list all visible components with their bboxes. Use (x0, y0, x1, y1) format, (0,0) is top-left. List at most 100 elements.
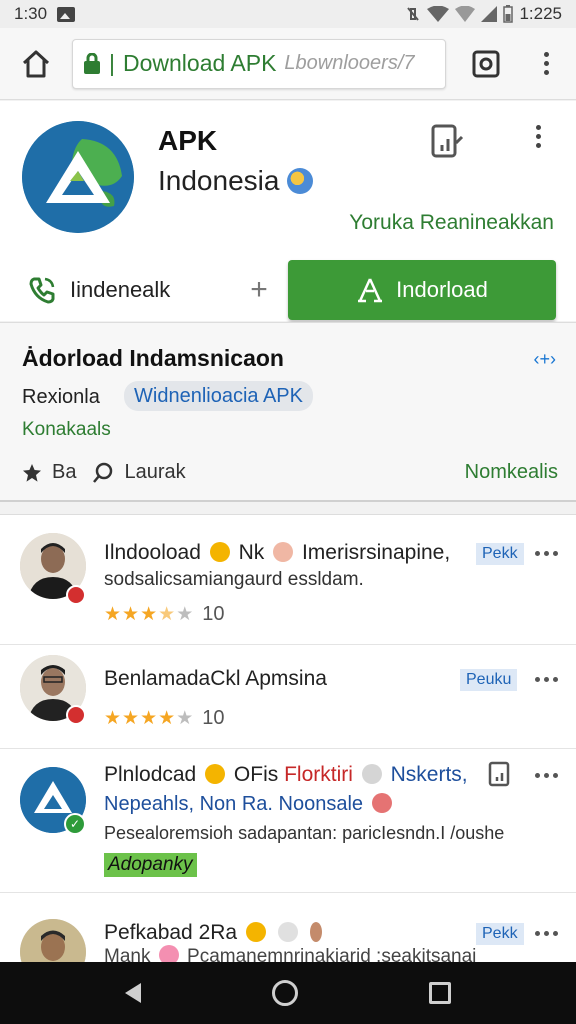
rating-value: 10 (202, 707, 225, 729)
install-label: Indorload (396, 277, 488, 302)
star-icon: ★ (140, 604, 158, 625)
status-clock: 1:225 (519, 4, 562, 23)
item-title-part: Ilndooload (104, 541, 201, 564)
list-item[interactable]: Ilndooload Nk Imerisrsinapine, Pekk sods… (0, 515, 576, 645)
category-chip[interactable]: Widnenlioacia APK (124, 381, 313, 411)
emoji-icon (309, 922, 322, 942)
app-logo (22, 121, 134, 233)
globe-icon (287, 168, 314, 194)
item-more-icon[interactable] (535, 773, 558, 778)
item-more-icon[interactable] (535, 931, 558, 936)
star-icon: ★ (122, 604, 140, 625)
star-icon: ★ (176, 604, 194, 625)
url-path: Lbownlooers/7 (284, 52, 415, 74)
meta-star-label: Ba (52, 461, 77, 483)
url-bar[interactable]: | Download APK Lbownlooers/7 (72, 38, 446, 89)
meta-search-label[interactable]: Laurak (124, 461, 185, 484)
tabs-icon (472, 50, 500, 77)
more-vert-icon (535, 125, 541, 165)
phone-icon (29, 277, 55, 304)
action-row: Iindenealk + Indorload (0, 259, 576, 321)
item-title-part: Nk (238, 541, 265, 564)
status-badge (66, 585, 86, 605)
emoji-icon (371, 793, 392, 813)
emoji-icon (361, 764, 382, 784)
star-icon: ★ (122, 708, 140, 729)
app-more-button[interactable] (526, 125, 550, 165)
wifi-outline-icon (455, 6, 476, 22)
item-more-icon[interactable] (535, 677, 558, 682)
more-vert-icon (543, 52, 549, 75)
info-meta: Ba Laurak (22, 461, 186, 484)
back-icon[interactable] (125, 983, 142, 1003)
item-title: Plnlodcad OFis Florktiri Nskerts, (104, 763, 468, 787)
emoji-icon (245, 922, 266, 942)
item-green-tag: Adopanky (104, 853, 197, 877)
rating-value: 10 (202, 603, 225, 625)
item-line2: Nepeahls, Non Ra. Noonsale (104, 793, 395, 816)
item-title-part: Florktiri (284, 763, 353, 786)
expand-arrow-icon[interactable]: ‹+› (534, 349, 557, 370)
call-label: Iindenealk (70, 277, 171, 302)
signal-icon (481, 6, 498, 22)
star-icon: ★ (158, 604, 176, 625)
add-button[interactable]: + (230, 259, 288, 321)
item-title: Pefkabad 2Ra (104, 921, 325, 945)
list-item[interactable]: BenlamadaCkl Apmsina Peuku ★ ★ ★ ★ ★ 10 (0, 645, 576, 749)
item-line3: Pesealoremsioh sadapantan: paricIesndn.I… (104, 823, 505, 843)
list-item[interactable]: ✓ Plnlodcad OFis Florktiri Nskerts, Nepe… (0, 749, 576, 893)
system-nav-bar (0, 962, 576, 1024)
wifi-icon (427, 6, 450, 22)
url-host: Download APK (122, 50, 277, 76)
star-icon (23, 463, 41, 482)
info-right-link[interactable]: Nomkealis (465, 461, 558, 484)
status-badge (66, 705, 86, 725)
star-icon: ★ (158, 708, 176, 729)
review-list: Ilndooload Nk Imerisrsinapine, Pekk sods… (0, 514, 576, 964)
device-share-icon (488, 761, 510, 787)
item-title: BenlamadaCkl Apmsina (104, 667, 327, 690)
item-title-part: Imerisrsinapine, (301, 541, 451, 564)
tab-switcher-button[interactable] (446, 28, 526, 100)
item-title-part: Plnlodcad (104, 763, 197, 786)
item-line2-text: Nepeahls, Non Ra. Noonsale (104, 793, 364, 815)
home-button[interactable] (0, 28, 72, 100)
info-card: Ȧdorload Indamsnicaon ‹+› Rexionla Widne… (0, 322, 576, 502)
avatar (20, 919, 86, 964)
install-button[interactable]: Indorload (288, 260, 556, 320)
star-icon: ★ (140, 708, 158, 729)
emoji-icon (205, 764, 226, 784)
device-share-icon (431, 124, 464, 158)
emoji-icon (273, 542, 294, 562)
home-circle-icon[interactable] (271, 980, 298, 1006)
app-subtitle: Indonesia (158, 165, 314, 197)
emoji-icon (209, 542, 230, 562)
contact-link[interactable]: Konakaals (22, 419, 111, 441)
region-label: Rexionla (22, 386, 100, 408)
info-title: Ȧdorload Indamsnicaon (22, 345, 284, 371)
browser-menu-button[interactable] (526, 28, 566, 100)
search-icon (93, 462, 113, 483)
home-icon (22, 50, 50, 77)
status-bar: 1:30 1:225 (0, 0, 576, 28)
item-share-button[interactable] (488, 761, 512, 794)
call-button[interactable]: Iindenealk (0, 259, 230, 321)
publisher-link[interactable]: Yoruka Reanineakkan (349, 211, 554, 235)
status-time: 1:30 (14, 4, 48, 23)
item-subtitle: sodsalicsamiangaurd essldam. (104, 569, 364, 590)
vibrate-icon (407, 7, 420, 21)
star-icon: ★ (104, 604, 122, 625)
item-tag: Pekk (476, 923, 524, 945)
recents-icon[interactable] (428, 982, 451, 1004)
browser-toolbar: | Download APK Lbownlooers/7 (0, 28, 576, 100)
screen: 1:30 1:225 | Download APK Lbownlooers/7 (0, 0, 576, 1024)
item-tag: Pekk (476, 543, 524, 565)
battery-icon (503, 5, 514, 23)
star-icon: ★ (176, 708, 194, 729)
app-title: APK (158, 125, 218, 156)
share-button[interactable] (430, 123, 464, 161)
rating-stars: ★ ★ ★ ★ ★ 10 (104, 707, 224, 730)
item-more-icon[interactable] (535, 551, 558, 556)
rating-stars: ★ ★ ★ ★ ★ 10 (104, 603, 224, 626)
app-subtitle-text: Indonesia (158, 165, 280, 196)
